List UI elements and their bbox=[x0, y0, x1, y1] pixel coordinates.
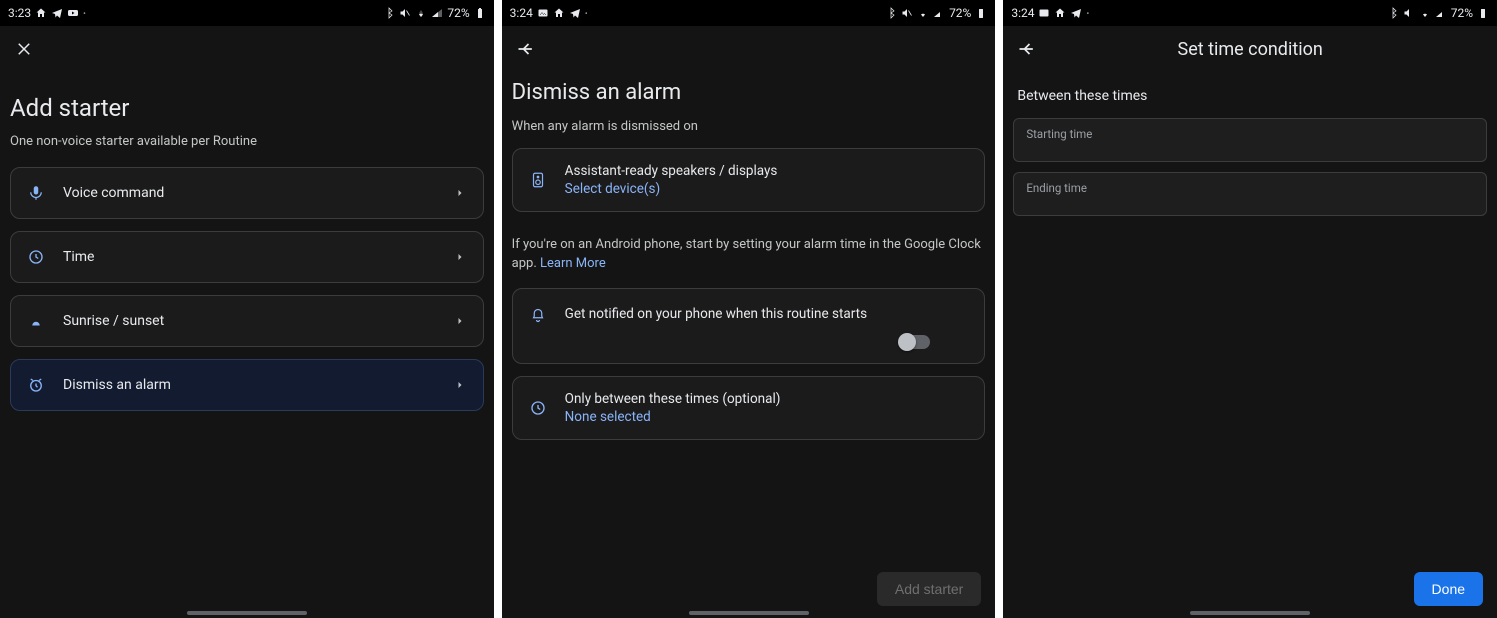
section-label: Between these times bbox=[1017, 88, 1487, 104]
starting-time-label: Starting time bbox=[1026, 127, 1474, 141]
nav-indicator bbox=[1190, 611, 1310, 615]
bluetooth-icon bbox=[383, 7, 395, 19]
starter-option-voice-command[interactable]: Voice command bbox=[10, 167, 484, 219]
clock-icon bbox=[25, 246, 47, 268]
page-title: Add starter bbox=[10, 94, 484, 122]
dot-icon: • bbox=[1086, 9, 1089, 18]
device-label: Assistant-ready speakers / displays bbox=[565, 163, 778, 179]
bottom-bar: Add starter bbox=[502, 560, 996, 618]
alarm-icon bbox=[25, 374, 47, 396]
add-starter-button[interactable]: Add starter bbox=[877, 572, 981, 606]
signal-icon bbox=[933, 7, 945, 19]
battery-icon bbox=[474, 7, 486, 19]
status-bar: 3:24 • 72% bbox=[1003, 0, 1497, 26]
battery-text: 72% bbox=[447, 6, 469, 20]
close-button[interactable] bbox=[10, 35, 38, 63]
wifi-icon bbox=[1419, 7, 1431, 19]
notify-toggle[interactable] bbox=[900, 335, 930, 349]
youtube-icon bbox=[67, 7, 79, 19]
image-icon bbox=[1038, 7, 1050, 19]
chevron-right-icon bbox=[451, 184, 469, 202]
speaker-icon bbox=[527, 169, 549, 191]
image-icon bbox=[537, 7, 549, 19]
wifi-icon bbox=[415, 7, 427, 19]
option-label: Sunrise / sunset bbox=[63, 313, 435, 329]
screen-add-starter: 3:23 • 72% Add starter One non-voice sta… bbox=[0, 0, 494, 618]
starter-option-time[interactable]: Time bbox=[10, 231, 484, 283]
home-icon bbox=[553, 7, 565, 19]
app-bar: Set time condition bbox=[1003, 26, 1497, 72]
when-line: When any alarm is dismissed on bbox=[512, 119, 986, 134]
notify-label: Get notified on your phone when this rou… bbox=[565, 306, 971, 322]
telegram-icon bbox=[51, 7, 63, 19]
done-button[interactable]: Done bbox=[1414, 572, 1483, 606]
learn-more-link[interactable]: Learn More bbox=[540, 256, 606, 271]
mute-icon bbox=[399, 7, 411, 19]
nav-indicator bbox=[689, 611, 809, 615]
battery-icon bbox=[1477, 7, 1489, 19]
mute-icon bbox=[901, 7, 913, 19]
telegram-icon bbox=[1070, 7, 1082, 19]
battery-text: 72% bbox=[1451, 6, 1473, 20]
app-bar bbox=[502, 26, 996, 72]
bluetooth-icon bbox=[885, 7, 897, 19]
battery-text: 72% bbox=[949, 6, 971, 20]
mic-icon bbox=[25, 182, 47, 204]
starter-option-sunrise-sunset[interactable]: Sunrise / sunset bbox=[10, 295, 484, 347]
dot-icon: • bbox=[585, 9, 588, 18]
chevron-right-icon bbox=[451, 376, 469, 394]
status-time: 3:23 bbox=[8, 6, 31, 20]
status-time: 3:24 bbox=[510, 6, 533, 20]
page-title: Dismiss an alarm bbox=[512, 80, 986, 105]
bottom-bar: Done bbox=[1003, 560, 1497, 618]
time-cond-value: None selected bbox=[565, 409, 781, 425]
telegram-icon bbox=[569, 7, 581, 19]
status-bar: 3:23 • 72% bbox=[0, 0, 494, 26]
back-button[interactable] bbox=[512, 35, 540, 63]
option-label: Time bbox=[63, 249, 435, 265]
notify-card: Get notified on your phone when this rou… bbox=[512, 288, 986, 364]
ending-time-label: Ending time bbox=[1026, 181, 1474, 195]
chevron-right-icon bbox=[451, 248, 469, 266]
home-icon bbox=[1054, 7, 1066, 19]
app-bar bbox=[0, 26, 494, 72]
bluetooth-icon bbox=[1387, 7, 1399, 19]
back-button[interactable] bbox=[1013, 35, 1041, 63]
signal-icon bbox=[431, 7, 443, 19]
option-label: Voice command bbox=[63, 185, 435, 201]
dot-icon: • bbox=[83, 9, 86, 18]
signal-icon bbox=[1435, 7, 1447, 19]
wifi-icon bbox=[917, 7, 929, 19]
sunrise-icon bbox=[25, 310, 47, 332]
device-selector-card[interactable]: Assistant-ready speakers / displays Sele… bbox=[512, 148, 986, 212]
screen-dismiss-alarm: 3:24 • 72% Dismiss an alarm When any ala… bbox=[502, 0, 996, 618]
info-text: If you're on an Android phone, start by … bbox=[512, 236, 986, 274]
status-bar: 3:24 • 72% bbox=[502, 0, 996, 26]
option-label: Dismiss an alarm bbox=[63, 377, 435, 393]
time-condition-card[interactable]: Only between these times (optional) None… bbox=[512, 376, 986, 440]
status-time: 3:24 bbox=[1011, 6, 1034, 20]
page-subtitle: One non-voice starter available per Rout… bbox=[10, 134, 484, 149]
ending-time-field[interactable]: Ending time bbox=[1013, 172, 1487, 216]
bell-icon bbox=[527, 303, 549, 325]
home-icon bbox=[35, 7, 47, 19]
screen-set-time-condition: 3:24 • 72% Set time condition Between th… bbox=[1003, 0, 1497, 618]
starting-time-field[interactable]: Starting time bbox=[1013, 118, 1487, 162]
mute-icon bbox=[1403, 7, 1415, 19]
battery-icon bbox=[975, 7, 987, 19]
clock-icon bbox=[527, 397, 549, 419]
nav-indicator bbox=[187, 611, 307, 615]
time-cond-label: Only between these times (optional) bbox=[565, 391, 781, 407]
chevron-right-icon bbox=[451, 312, 469, 330]
page-title: Set time condition bbox=[1003, 39, 1497, 60]
starter-option-dismiss-alarm[interactable]: Dismiss an alarm bbox=[10, 359, 484, 411]
select-devices-link[interactable]: Select device(s) bbox=[565, 181, 778, 197]
